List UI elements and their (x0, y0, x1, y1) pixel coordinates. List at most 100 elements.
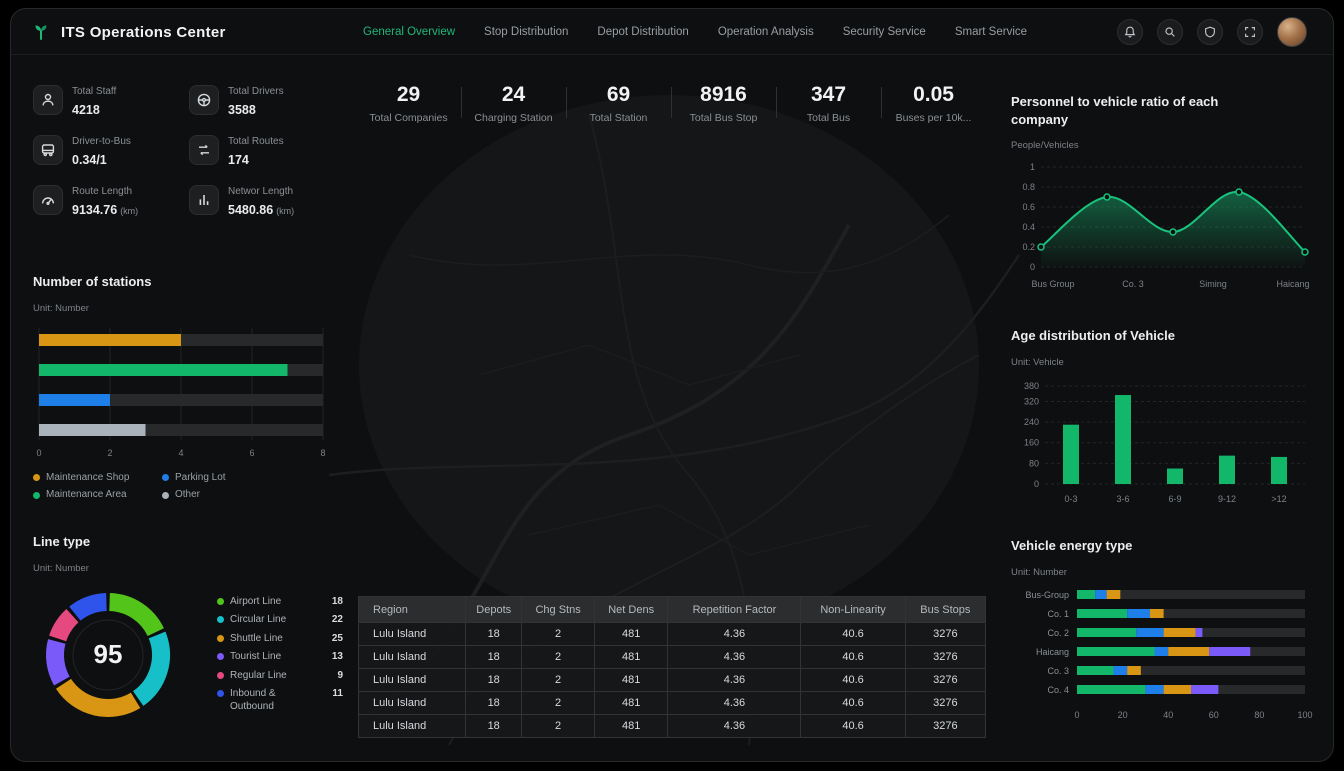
column-header[interactable]: Repetition Factor (668, 597, 801, 623)
table-cell: 3276 (905, 669, 985, 692)
svg-text:Co. 3: Co. 3 (1047, 666, 1069, 676)
table-row[interactable]: Lulu Island1824814.3640.63276 (359, 623, 986, 646)
svg-text:20: 20 (1118, 710, 1128, 720)
stat-label: Total Staff (72, 86, 116, 97)
column-header[interactable]: Non-Linearity (801, 597, 905, 623)
section-title: Number of stations (33, 273, 333, 291)
table-body: Lulu Island1824814.3640.63276Lulu Island… (359, 623, 986, 738)
legend-item[interactable]: Inbound & Outbound11 (217, 688, 343, 713)
age-bar-chart: 0801602403203800-33-66-99-12>12 (1011, 374, 1313, 514)
kpi-total-bus: 347Total Bus (776, 79, 881, 130)
nav-stop-distribution[interactable]: Stop Distribution (484, 26, 568, 38)
kpi-buses-per-10k: 0.05Buses per 10k... (881, 79, 986, 130)
search-icon[interactable] (1157, 19, 1183, 45)
legend-dot (217, 598, 224, 605)
svg-text:Bus Group: Bus Group (1031, 279, 1074, 289)
svg-text:40: 40 (1163, 710, 1173, 720)
legend-item[interactable]: Other (162, 489, 289, 502)
donut-center-value: 95 (33, 580, 183, 730)
legend-item[interactable]: Circular Line22 (217, 614, 343, 627)
table-cell: 481 (594, 715, 668, 738)
table-cell: 2 (522, 692, 595, 715)
legend-label: Maintenance Area (46, 489, 160, 502)
fullscreen-icon[interactable] (1237, 19, 1263, 45)
table-row[interactable]: Lulu Island1824814.3640.63276 (359, 715, 986, 738)
svg-text:4: 4 (178, 448, 183, 458)
table-row[interactable]: Lulu Island1824814.3640.63276 (359, 646, 986, 669)
nav-smart-service[interactable]: Smart Service (955, 26, 1027, 38)
kpi-value: 8916 (671, 83, 776, 107)
svg-text:Haicang: Haicang (1036, 647, 1069, 657)
legend-value: 9 (337, 670, 343, 681)
kpi-value: 0.05 (881, 83, 986, 107)
svg-text:0: 0 (36, 448, 41, 458)
kpi-total-station: 69 Total Station (566, 79, 671, 130)
svg-text:1: 1 (1030, 162, 1035, 172)
column-header[interactable]: Bus Stops (905, 597, 985, 623)
nav-operation-analysis[interactable]: Operation Analysis (718, 26, 814, 38)
stat-grid: Total Staff4218 Total Drivers3588 Driver… (33, 85, 333, 219)
section-title: Line type (33, 533, 343, 551)
nav-depot-distribution[interactable]: Depot Distribution (597, 26, 688, 38)
legend-item[interactable]: Maintenance Shop (33, 472, 160, 485)
legend-dot (217, 635, 224, 642)
table-cell: 18 (466, 623, 522, 646)
legend-dot (217, 690, 224, 697)
kpi-label: Total Station (566, 112, 671, 124)
table-row[interactable]: Lulu Island1824814.3640.63276 (359, 692, 986, 715)
legend-item[interactable]: Shuttle Line25 (217, 633, 343, 646)
svg-text:Siming: Siming (1199, 279, 1227, 289)
user-avatar[interactable] (1277, 17, 1307, 47)
stations-legend: Maintenance ShopParking LotMaintenance A… (33, 472, 289, 502)
column-header[interactable]: Region (359, 597, 466, 623)
table-cell: Lulu Island (359, 715, 466, 738)
steering-wheel-icon (189, 85, 219, 115)
legend-label: Tourist Line (230, 651, 320, 664)
legend-value: 18 (332, 596, 343, 607)
legend-dot (162, 474, 169, 481)
column-header[interactable]: Depots (466, 597, 522, 623)
legend-label: Airport Line (230, 596, 320, 609)
unit-label: Unit: Vehicle (1011, 357, 1323, 368)
table-cell: 3276 (905, 623, 985, 646)
legend-item[interactable]: Airport Line 18 (217, 596, 343, 609)
section-title: Personnel to vehicle ratio of each compa… (1011, 93, 1266, 128)
legend-item[interactable]: Maintenance Area (33, 489, 160, 502)
bell-icon[interactable] (1117, 19, 1143, 45)
table-cell: 481 (594, 692, 668, 715)
table-cell: 481 (594, 623, 668, 646)
line-type-donut: 95 (33, 580, 183, 730)
shield-icon[interactable] (1197, 19, 1223, 45)
legend-item[interactable]: Parking Lot (162, 472, 289, 485)
kpi-value: 69 (566, 83, 671, 107)
table-cell: Lulu Island (359, 646, 466, 669)
svg-text:380: 380 (1024, 381, 1039, 391)
legend-label: Shuttle Line (230, 633, 320, 646)
svg-text:240: 240 (1024, 417, 1039, 427)
table-row[interactable]: Lulu Island1824814.3640.63276 (359, 669, 986, 692)
legend-dot (217, 672, 224, 679)
table-cell: 4.36 (668, 669, 801, 692)
nav-general-overview[interactable]: General Overview (363, 26, 455, 38)
legend-dot (162, 492, 169, 499)
svg-text:0.4: 0.4 (1022, 222, 1035, 232)
svg-text:>12: >12 (1271, 494, 1286, 504)
svg-text:Co. 1: Co. 1 (1047, 609, 1069, 619)
stations-section: Number of stations Unit: Number 02468 Ma… (33, 273, 333, 502)
kpi-value: 347 (776, 83, 881, 107)
nav-security-service[interactable]: Security Service (843, 26, 926, 38)
legend-item[interactable]: Regular Line9 (217, 670, 343, 683)
kpi-row: 29Total Companies 24Charging Station 69T… (356, 79, 986, 130)
svg-text:80: 80 (1254, 710, 1264, 720)
table-cell: 3276 (905, 692, 985, 715)
legend-label: Circular Line (230, 614, 320, 627)
column-header[interactable]: Chg Stns (522, 597, 595, 623)
stat-value: 3588 (228, 103, 256, 117)
kpi-label: Charging Station (461, 112, 566, 124)
stations-bar-chart: 02468 (33, 322, 329, 464)
legend-item[interactable]: Tourist Line13 (217, 651, 343, 664)
column-header[interactable]: Net Dens (594, 597, 668, 623)
table-cell: 40.6 (801, 669, 905, 692)
unit-label: Unit: Number (33, 303, 333, 314)
kpi-label: Total Bus Stop (671, 112, 776, 124)
